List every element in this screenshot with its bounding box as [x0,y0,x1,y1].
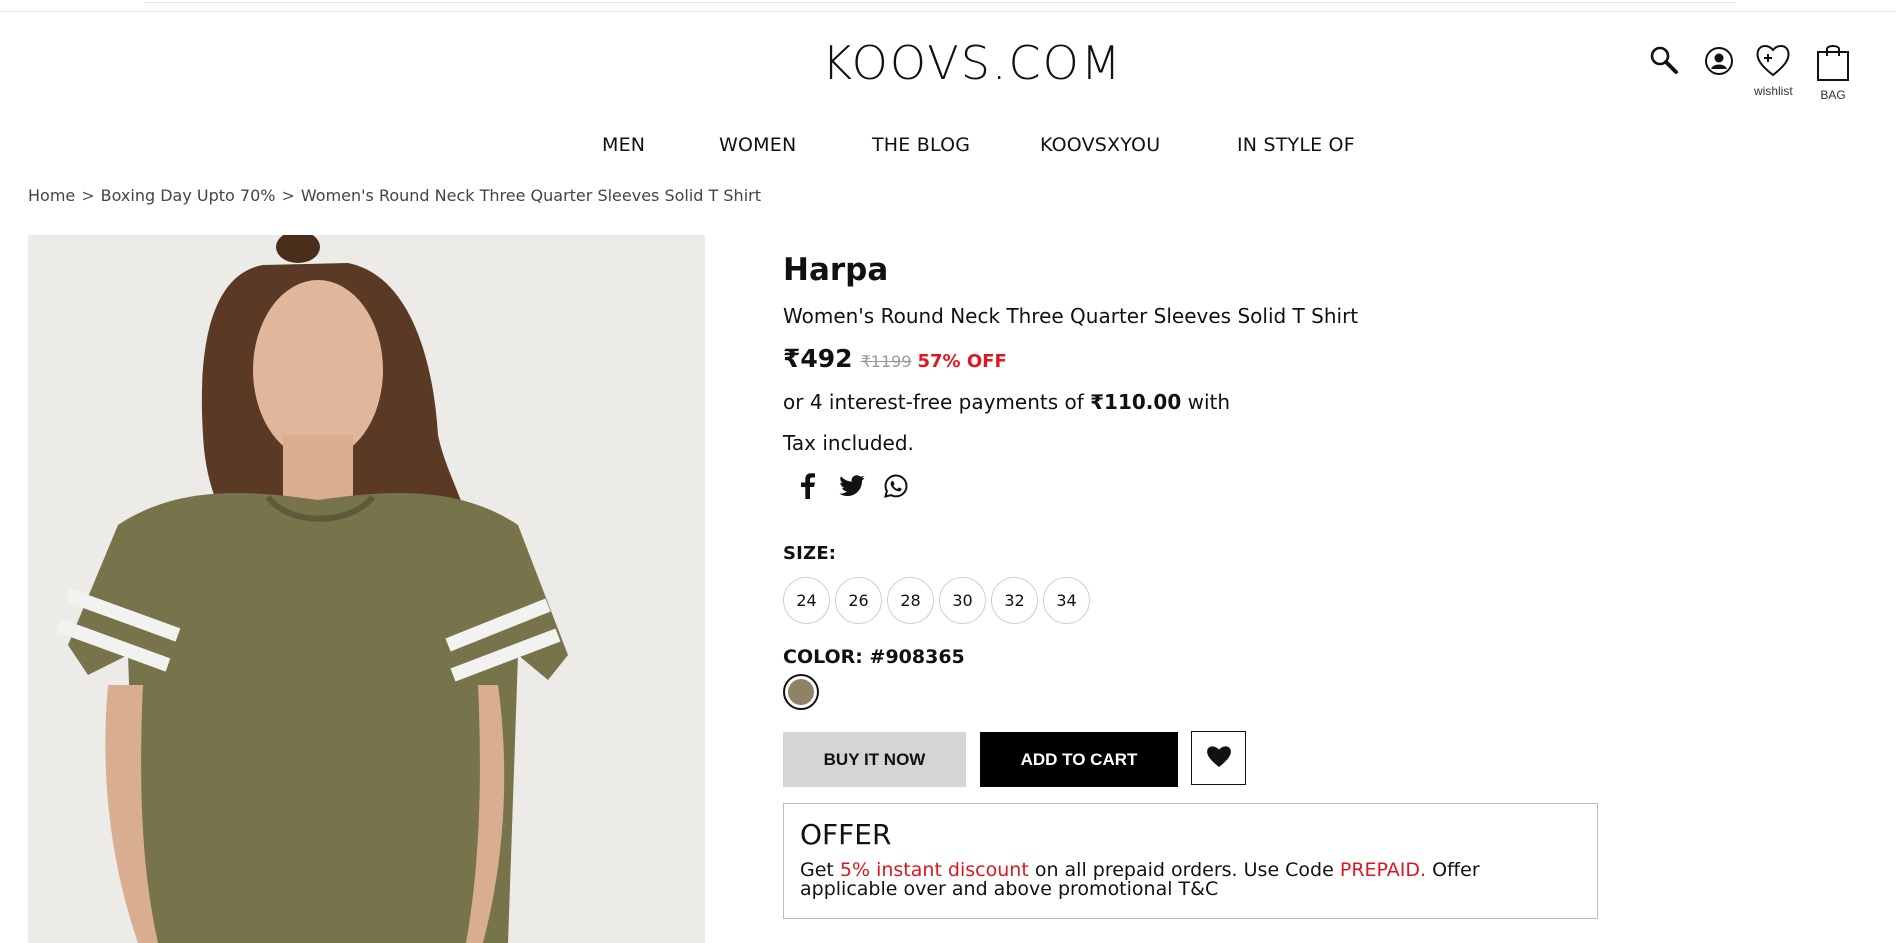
emi-suffix: with [1181,390,1231,414]
add-to-cart-button[interactable]: ADD TO CART [980,732,1178,787]
size-option[interactable]: 32 [991,577,1038,624]
add-to-wishlist-button[interactable] [1191,731,1246,785]
breadcrumb: Home > Boxing Day Upto 70% > Women's Round N… [28,186,761,205]
product-image[interactable] [28,235,705,943]
facebook-icon[interactable] [795,473,821,499]
size-option[interactable]: 34 [1043,577,1090,624]
offer-text: Get 5% instant discount on all prepaid o… [800,861,1581,899]
nav-item-the-blog[interactable]: THE BLOG [872,134,970,156]
price-row: ₹492 ₹1199 57% OFF [783,344,1007,373]
wishlist-button[interactable]: wishlist [1754,42,1793,98]
top-strip [0,0,1896,12]
size-selector: 24 26 28 30 32 34 [783,577,1090,624]
user-icon [1704,46,1734,80]
heart-plus-icon [1754,42,1792,82]
product-photo [28,235,705,943]
nav-item-in-style-of[interactable]: IN STYLE OF [1237,134,1355,156]
search-icon [1648,44,1680,80]
top-strip-inner [144,0,1736,3]
product-brand: Harpa [783,252,889,288]
color-swatch[interactable] [783,674,819,710]
main-nav: MEN WOMEN THE BLOG KOOVSXYOU IN STYLE OF [0,134,1896,164]
emi-prefix: or 4 interest-free payments of [783,390,1091,414]
size-label: SIZE: [783,543,837,564]
whatsapp-icon[interactable] [883,473,909,499]
bag-button[interactable]: BAG [1815,42,1851,102]
breadcrumb-boxing-day[interactable]: Boxing Day Upto 70% [101,186,276,205]
color-label: COLOR: #908365 [783,646,965,668]
offer-code-highlight: PREPAID. [1339,859,1427,881]
emi-info: or 4 interest-free payments of ₹110.00 w… [783,390,1230,414]
twitter-icon[interactable] [839,473,865,499]
size-option[interactable]: 28 [887,577,934,624]
wishlist-label: wishlist [1754,84,1793,98]
buy-now-button[interactable]: BUY IT NOW [783,732,966,787]
site-logo[interactable]: KOOVS.COM [822,36,1123,90]
original-price: ₹1199 [860,352,912,371]
breadcrumb-current: Women's Round Neck Three Quarter Sleeves… [300,186,761,205]
bag-label: BAG [1820,88,1846,102]
nav-item-koovsxyou[interactable]: KOOVSXYOU [1040,134,1160,156]
nav-item-women[interactable]: WOMEN [719,134,796,156]
breadcrumb-separator: > [281,186,295,205]
account-button[interactable] [1704,46,1734,80]
search-button[interactable] [1648,44,1680,80]
shopping-bag-icon [1815,42,1851,86]
breadcrumb-home[interactable]: Home [28,186,75,205]
size-option[interactable]: 24 [783,577,830,624]
share-links [795,473,909,499]
size-option[interactable]: 30 [939,577,986,624]
sale-price: ₹492 [783,344,853,373]
product-title: Women's Round Neck Three Quarter Sleeves… [783,304,1359,328]
offer-box: OFFER Get 5% instant discount on all pre… [783,803,1598,919]
tax-note: Tax included. [783,431,914,455]
color-swatch-fill [788,679,814,705]
emi-amount: ₹110.00 [1090,390,1182,414]
breadcrumb-separator: > [81,186,95,205]
offer-heading: OFFER [800,818,892,851]
nav-item-men[interactable]: MEN [602,134,645,156]
heart-icon [1206,744,1232,773]
discount-badge: 57% OFF [917,351,1007,372]
size-option[interactable]: 26 [835,577,882,624]
